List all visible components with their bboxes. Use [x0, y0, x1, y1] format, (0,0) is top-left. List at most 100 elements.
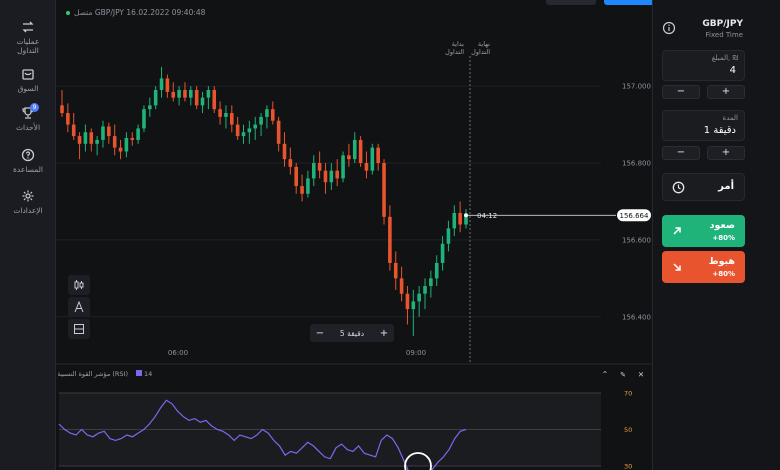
down-label: هبوط — [708, 256, 735, 267]
candle-body — [60, 105, 64, 114]
candle-body — [370, 147, 375, 171]
candle-body — [358, 139, 363, 164]
info-icon[interactable] — [662, 21, 676, 35]
y-tick-label: 156.600 — [622, 236, 651, 244]
amount-minus-button[interactable]: − — [662, 85, 700, 99]
duration-value: 1 دقيقة — [703, 125, 736, 136]
rsi-title: مؤشر القوة النسبية (RSI) — [58, 370, 129, 378]
candle-body — [452, 212, 457, 229]
arrow-up-right-icon — [673, 227, 681, 235]
asset-pair[interactable]: GBP/JPY — [702, 19, 743, 29]
candle-body — [429, 278, 433, 287]
candle-body — [329, 170, 334, 183]
candle-body — [323, 170, 328, 183]
candle-body — [194, 89, 199, 106]
y-tick-label: 156.800 — [622, 160, 651, 168]
help-icon — [21, 148, 35, 162]
trade-panel: GBP/JPY Fixed Time المبلغ, ₪ 4 − + المدة… — [652, 0, 780, 470]
rsi-color-swatch — [136, 370, 142, 376]
trade-end-label: نهاية — [478, 40, 490, 48]
candles-icon — [74, 280, 84, 290]
arrow-down-right-icon — [673, 263, 681, 271]
sidebar-item-trades[interactable]: عمليات التداول — [0, 20, 56, 55]
candle-body — [153, 89, 158, 106]
call-up-button[interactable]: صعود +80% — [662, 215, 745, 247]
candle-body — [241, 132, 246, 137]
duration-plus-button[interactable]: + — [707, 146, 745, 160]
candle-body — [388, 216, 392, 263]
sidebar-item-settings[interactable]: الإعدادات — [0, 189, 56, 215]
indicators-button[interactable] — [68, 275, 90, 295]
sidebar-item-events[interactable]: 9 الأحداث — [0, 103, 56, 132]
amount-plus-button[interactable]: + — [707, 85, 745, 99]
candle-body — [218, 109, 222, 117]
sidebar-item-market[interactable]: السوق — [0, 67, 56, 93]
candle-body — [376, 147, 380, 164]
candle-body — [107, 126, 111, 137]
candle-body — [130, 138, 135, 140]
x-tick-label: 09:00 — [406, 349, 426, 357]
sidebar-item-help[interactable]: المساعدة — [0, 148, 56, 174]
candle-body — [183, 89, 187, 98]
timeframe-minus-button[interactable]: − — [310, 328, 330, 339]
amount-field[interactable]: المبلغ, ₪ 4 — [662, 50, 745, 81]
y-tick-label: 157.000 — [622, 83, 651, 91]
gear-icon — [22, 190, 34, 202]
candle-body — [405, 293, 410, 310]
rsi-tick-label: 30 — [624, 463, 632, 470]
rsi-collapse-icon: ⌃ — [602, 370, 609, 379]
candle-body — [136, 128, 140, 140]
candle-body — [66, 113, 70, 125]
candle-body — [224, 113, 228, 117]
candle-body — [89, 132, 94, 144]
candle-body — [393, 262, 398, 279]
chart-area[interactable]: متصل GBP/JPY 16.02.2022 09:40:48 157.000… — [56, 0, 662, 470]
timeframe-plus-button[interactable]: + — [374, 328, 394, 339]
events-count-badge: 9 — [30, 103, 39, 112]
duration-field[interactable]: المدة 1 دقيقة — [662, 110, 745, 141]
rsi-edit-icon: ✎ — [620, 371, 626, 379]
candle-body — [458, 212, 462, 225]
candle-body — [335, 170, 339, 179]
candle-body — [171, 91, 176, 98]
price-chart[interactable]: 157.000 156.800 156.600 156.400 06:00 09:00 بد… — [56, 0, 652, 470]
candle-body — [270, 109, 275, 121]
up-label: صعود — [709, 220, 735, 231]
candle-body — [440, 243, 445, 263]
clock-icon — [672, 181, 685, 194]
chart-layout-button[interactable] — [68, 319, 90, 339]
candle-body — [177, 89, 181, 98]
duration-label: المدة — [722, 114, 738, 122]
pending-order-button[interactable]: أمر — [662, 173, 745, 201]
candle-body — [288, 159, 293, 167]
trade-start-label: بداية — [452, 40, 465, 48]
candle-body — [423, 286, 427, 294]
up-payout: +80% — [712, 234, 735, 242]
candle-body — [77, 136, 82, 144]
candle-body — [306, 178, 310, 194]
sidebar-item-label: المساعدة — [12, 165, 44, 174]
trade-end-label: التداول — [471, 48, 490, 56]
put-down-button[interactable]: هبوط +80% — [662, 251, 745, 283]
sidebar-item-label: الأحداث — [15, 123, 41, 132]
drawing-tools-button[interactable] — [68, 297, 90, 317]
duration-minus-button[interactable]: − — [662, 146, 700, 160]
current-price-dot — [464, 213, 468, 218]
candle-body — [399, 278, 404, 294]
timeframe-control: − 5 دقيقة + — [310, 324, 394, 342]
candle-body — [83, 132, 88, 144]
candle-body — [253, 124, 258, 129]
candle-body — [200, 97, 205, 106]
candle-body — [446, 228, 451, 244]
candle-body — [317, 163, 322, 171]
trade-start-label: التداول — [445, 48, 464, 56]
rsi-close-icon: ✕ — [638, 370, 644, 379]
amount-label: المبلغ, ₪ — [711, 54, 738, 62]
swap-arrows-icon — [22, 21, 34, 33]
candle-body — [259, 116, 263, 125]
y-tick-label: 156.400 — [622, 313, 651, 321]
rsi-tick-label: 70 — [624, 390, 632, 398]
sidebar-item-label: التداول — [17, 46, 39, 55]
candle-body — [434, 262, 439, 279]
candle-body — [159, 78, 164, 90]
